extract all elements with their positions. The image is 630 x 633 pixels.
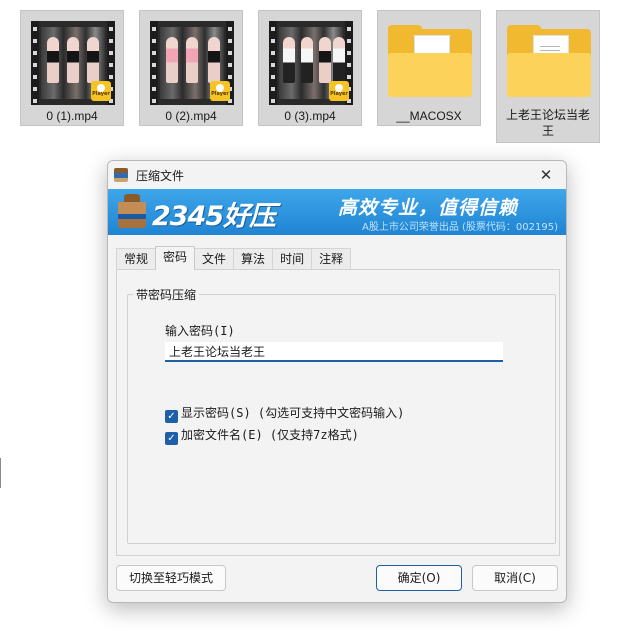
file-tile-folder-forum[interactable]: 上老王论坛当老王 <box>496 10 600 143</box>
group-title: 带密码压缩 <box>133 286 200 303</box>
close-button[interactable]: ✕ <box>526 161 566 189</box>
video-thumbnail: Player <box>269 21 353 105</box>
show-password-label: 显示密码(S) (勾选可支持中文密码输入) <box>181 406 405 420</box>
app-icon <box>114 168 128 182</box>
encrypt-filenames-label: 加密文件名(E) (仅支持7z格式) <box>181 428 359 442</box>
file-name: 0 (3).mp4 <box>284 109 336 123</box>
brand-name: 2345好压 <box>152 201 276 232</box>
tab-files[interactable]: 文件 <box>194 248 235 270</box>
compress-dialog: 压缩文件 ✕ 2345好压 高效专业，值得信赖 A股上市公司荣誉出品 (股票代码… <box>107 160 567 603</box>
tab-time[interactable]: 时间 <box>272 248 313 270</box>
video-thumbnail: Player <box>31 21 115 105</box>
file-name: __MACOSX <box>396 109 462 123</box>
folder-icon <box>507 25 591 97</box>
tab-password[interactable]: 密码 <box>155 246 196 270</box>
switch-mode-button[interactable]: 切换至轻巧模式 <box>116 565 226 591</box>
checkbox-checked-icon[interactable]: ✓ <box>165 410 178 423</box>
brand-slogan: 高效专业，值得信赖 <box>338 197 519 219</box>
file-name: 上老王论坛当老王 <box>505 108 590 138</box>
tab-general[interactable]: 常规 <box>116 248 157 270</box>
stock-info: A股上市公司荣誉出品 (股票代码：002195) <box>362 222 558 233</box>
file-name: 0 (2).mp4 <box>165 109 217 123</box>
file-tile-video-1[interactable]: Player 0 (1).mp4 <box>20 10 124 126</box>
player-badge-icon: Player <box>329 81 349 101</box>
checkbox-checked-icon[interactable]: ✓ <box>165 432 178 445</box>
tab-algorithm[interactable]: 算法 <box>233 248 274 270</box>
password-tab-panel: 带密码压缩 输入密码(I) 上老王论坛当老王 ✓ 显示密码(S) (勾选可支持中文… <box>116 269 560 556</box>
folder-icon <box>388 25 472 97</box>
scroll-marker <box>0 458 1 488</box>
haozip-logo-icon <box>118 194 146 228</box>
show-password-checkbox[interactable]: ✓ 显示密码(S) (勾选可支持中文密码输入) <box>165 404 404 423</box>
password-label: 输入密码(I) <box>165 324 235 338</box>
file-tile-video-3[interactable]: Player 0 (3).mp4 <box>258 10 362 126</box>
cancel-button[interactable]: 取消(C) <box>472 565 558 591</box>
player-badge-icon: Player <box>91 81 111 101</box>
dialog-titlebar[interactable]: 压缩文件 ✕ <box>108 161 566 189</box>
player-badge-icon: Player <box>210 81 230 101</box>
tab-comment[interactable]: 注释 <box>311 248 352 270</box>
video-thumbnail: Player <box>150 21 234 105</box>
file-name: 0 (1).mp4 <box>46 109 98 123</box>
encrypt-filenames-checkbox[interactable]: ✓ 加密文件名(E) (仅支持7z格式) <box>165 426 359 445</box>
dialog-title: 压缩文件 <box>136 169 185 183</box>
ok-button[interactable]: 确定(O) <box>376 565 462 591</box>
brand-banner: 2345好压 高效专业，值得信赖 A股上市公司荣誉出品 (股票代码：002195… <box>108 189 566 235</box>
password-input[interactable]: 上老王论坛当老王 <box>165 342 503 362</box>
file-tile-folder-macosx[interactable]: __MACOSX <box>377 10 481 126</box>
tab-bar: 常规 密码 文件 算法 时间 注释 <box>116 246 352 270</box>
file-tile-video-2[interactable]: Player 0 (2).mp4 <box>139 10 243 126</box>
